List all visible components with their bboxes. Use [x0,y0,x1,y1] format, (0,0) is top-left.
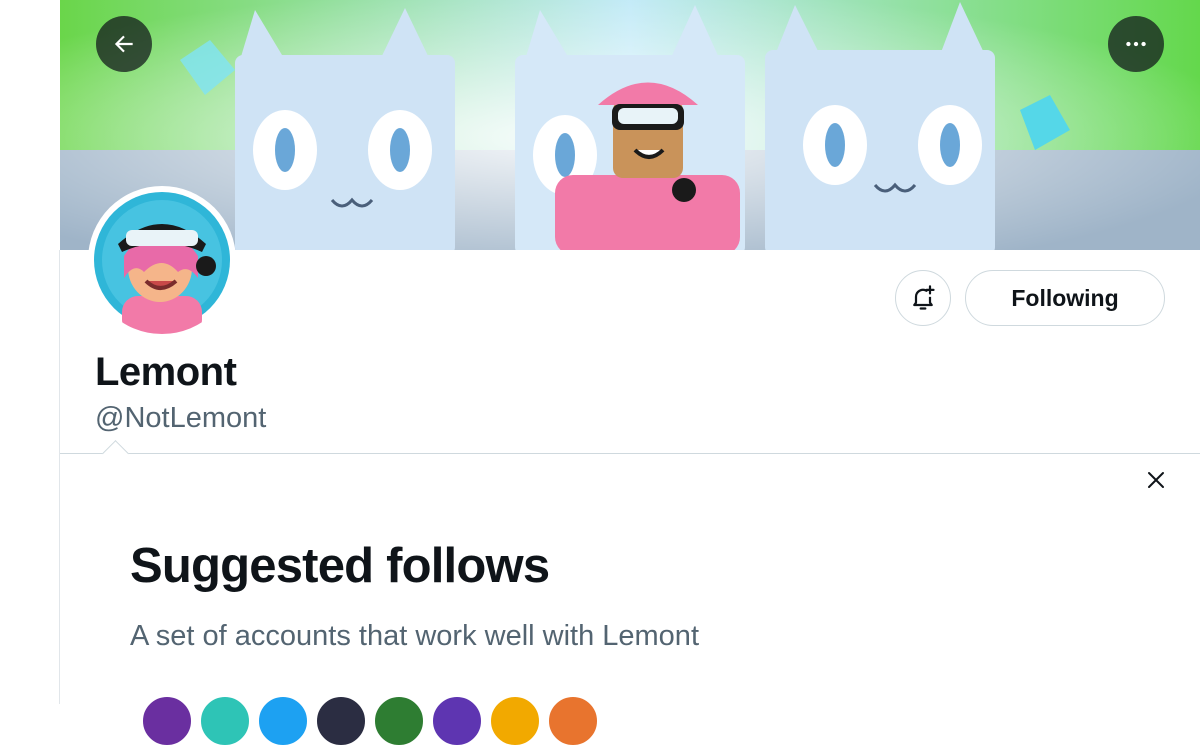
suggested-divider [60,453,1200,454]
following-button[interactable]: Following [965,270,1165,326]
suggested-avatar[interactable] [430,694,484,748]
close-icon [1148,472,1164,488]
suggested-avatar[interactable] [488,694,542,748]
suggested-avatar[interactable] [372,694,426,748]
arrow-left-icon [114,35,133,53]
column-border [59,250,60,704]
suggested-avatar[interactable] [314,694,368,748]
suggested-avatar[interactable] [198,694,252,748]
suggested-avatar[interactable] [256,694,310,748]
suggested-subtitle: A set of accounts that work well with Le… [130,620,699,652]
display-name: Lemont [95,350,237,394]
left-gutter [0,0,60,704]
user-handle: @NotLemont [95,402,267,434]
more-horizontal-icon [1126,41,1146,47]
suggested-avatar[interactable] [546,694,600,748]
back-button[interactable] [96,16,152,72]
notifications-button[interactable] [895,270,951,326]
suggested-title: Suggested follows [130,539,550,593]
more-options-button[interactable] [1108,16,1164,72]
suggested-avatar[interactable] [140,694,194,748]
bell-plus-icon [913,285,935,310]
suggested-caret [102,440,129,467]
profile-banner[interactable] [60,0,1200,250]
close-suggested-button[interactable] [1136,460,1176,500]
profile-avatar[interactable] [88,186,236,334]
